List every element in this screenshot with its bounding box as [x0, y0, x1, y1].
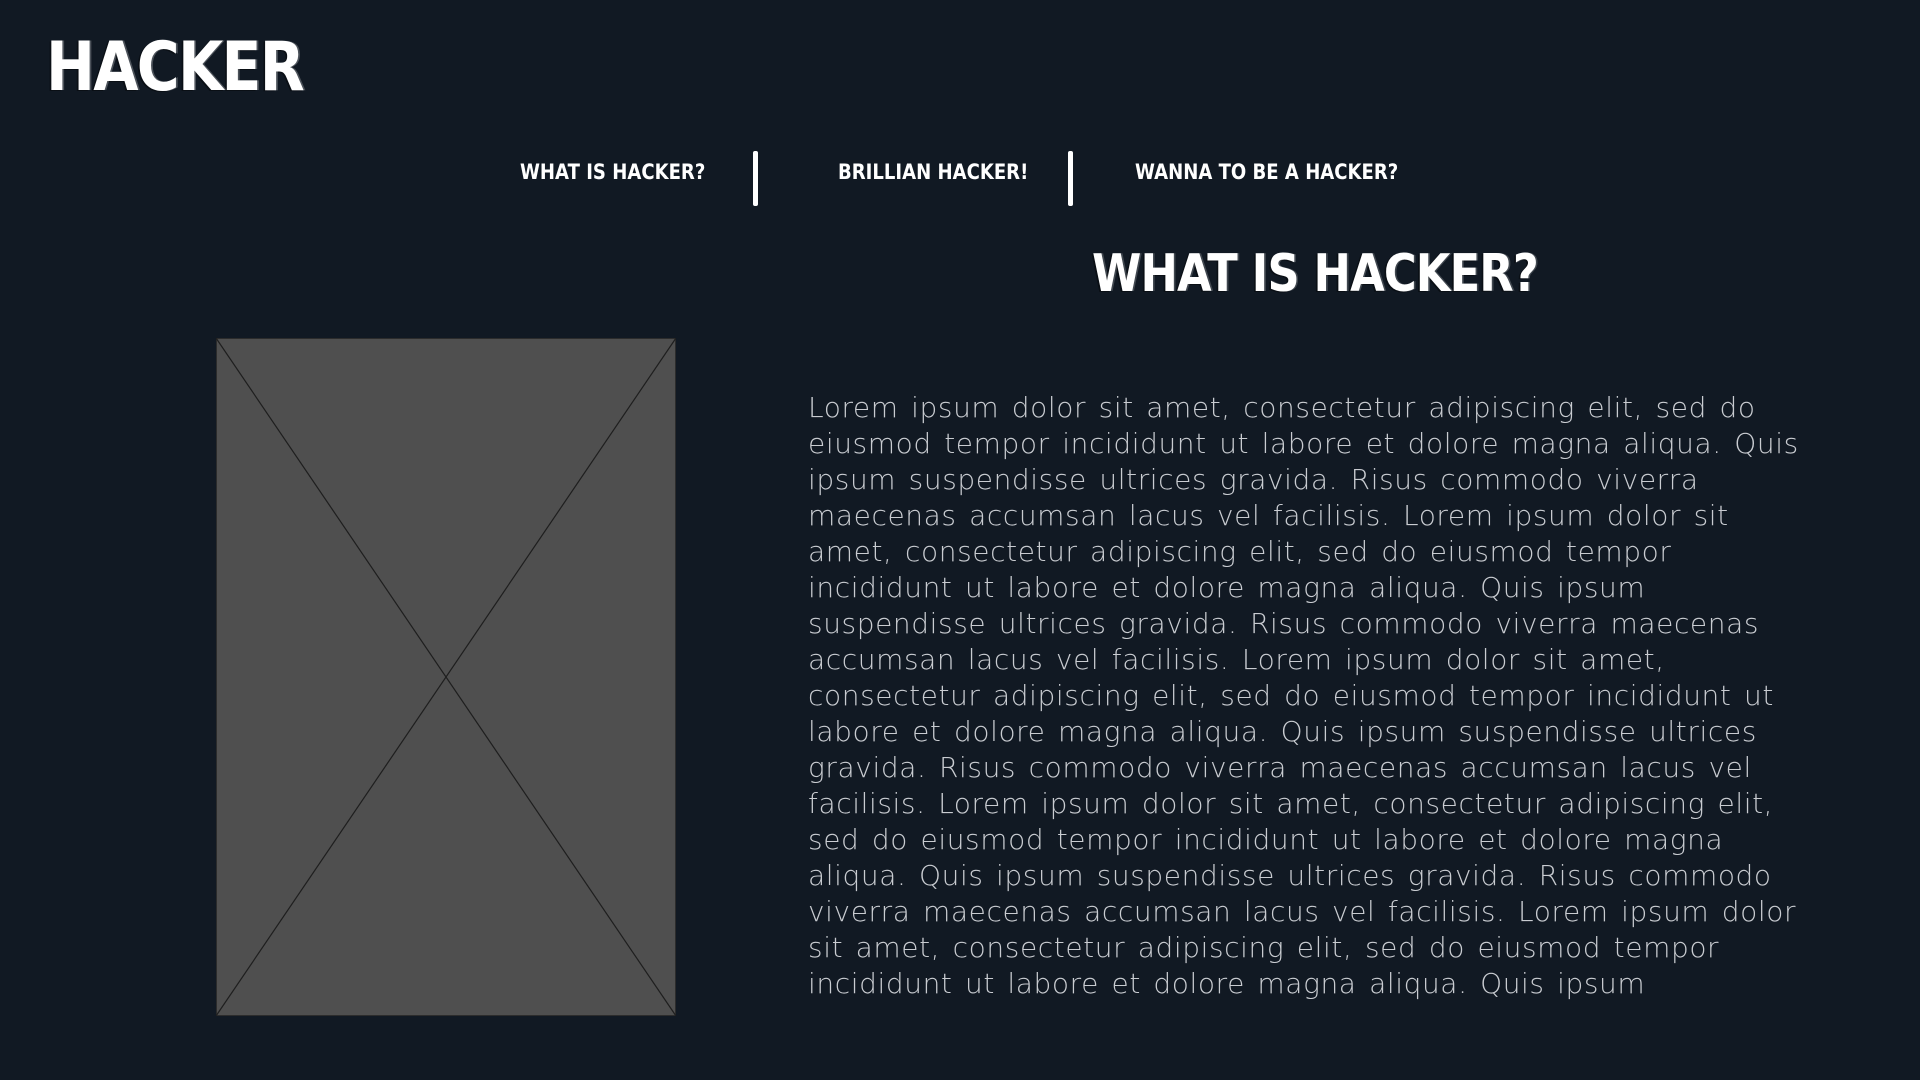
image-placeholder-icon: [216, 338, 676, 1016]
nav-divider: [753, 151, 758, 206]
nav-item-what-is-hacker[interactable]: WHAT IS HACKER?: [520, 162, 705, 183]
nav-item-wanna-be-hacker[interactable]: WANNA TO BE A HACKER?: [1135, 162, 1398, 183]
site-logo[interactable]: HACKER: [46, 34, 305, 102]
section-title: WHAT IS HACKER?: [1092, 244, 1539, 304]
image-placeholder: [216, 338, 676, 1016]
nav-item-brillian-hacker[interactable]: BRILLIAN HACKER!: [838, 162, 1028, 183]
body-paragraph: Lorem ipsum dolor sit amet, consectetur …: [808, 391, 1799, 1000]
nav-divider: [1068, 151, 1073, 206]
